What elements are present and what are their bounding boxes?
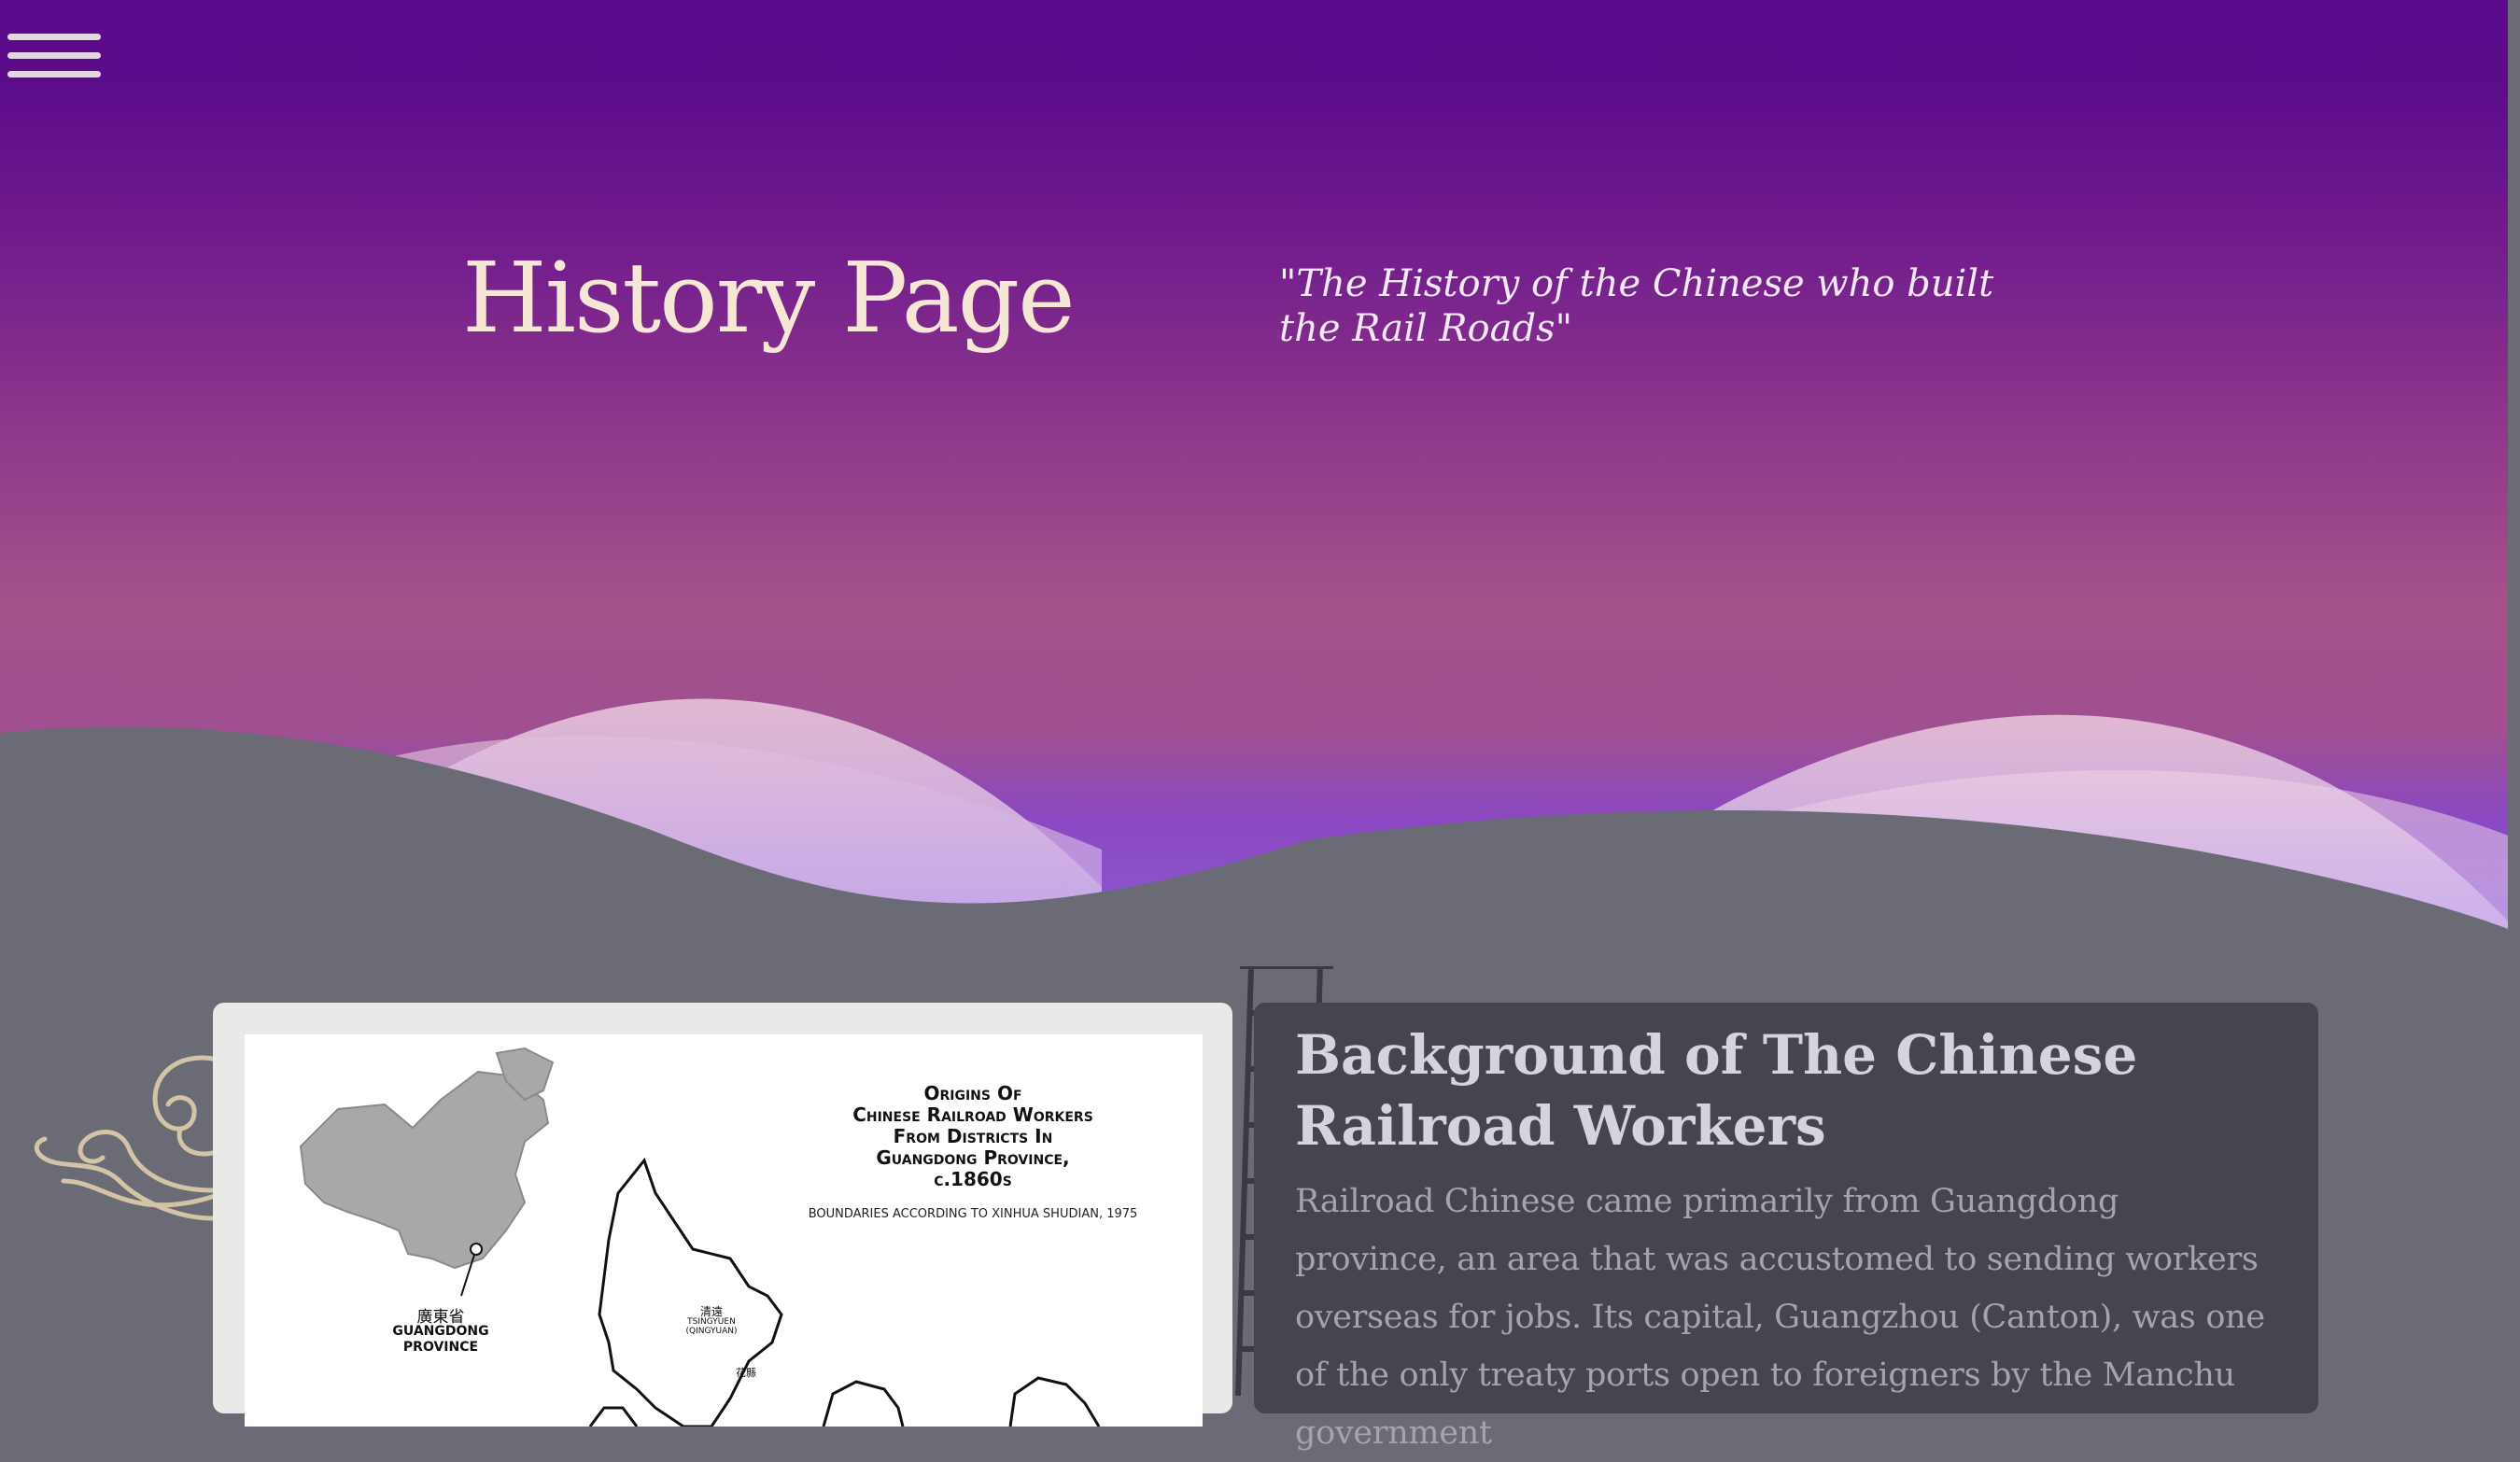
map-label-fahsien-chinese: 花縣 <box>736 1367 756 1379</box>
hamburger-menu-icon <box>7 34 101 40</box>
map-image-card: Origins Of Chinese Railroad Workers From… <box>213 1003 1232 1427</box>
hamburger-line <box>7 52 101 59</box>
map-label-tsingyuen: TSINGYUEN (QINGYUAN) <box>685 1317 738 1336</box>
hamburger-line <box>7 71 101 77</box>
map-subtitle: BOUNDARIES ACCORDING TO XINHUA SHUDIAN, … <box>808 1207 1138 1221</box>
map-label-guangdong: GUANGDONG PROVINCE <box>392 1324 489 1355</box>
map-title: Origins Of Chinese Railroad Workers From… <box>852 1082 1093 1190</box>
article-body: Railroad Chinese came primarily from Gua… <box>1295 1183 2265 1452</box>
article-heading: Background of The Chinese Railroad Worke… <box>1295 1023 2138 1158</box>
hero-banner: History Page "The History of the Chinese… <box>0 0 2520 934</box>
scrollbar-track[interactable] <box>2508 0 2520 934</box>
page-title: History Page <box>462 241 1076 355</box>
background-article-card: Background of The Chinese Railroad Worke… <box>1254 1003 2318 1452</box>
menu-button[interactable] <box>7 34 101 82</box>
cloud-swirl-icon <box>34 1055 220 1221</box>
guangdong-origins-map: Origins Of Chinese Railroad Workers From… <box>245 1034 1203 1427</box>
hero-hills <box>0 698 2520 934</box>
page-quote: "The History of the Chinese who built th… <box>1279 262 1994 350</box>
